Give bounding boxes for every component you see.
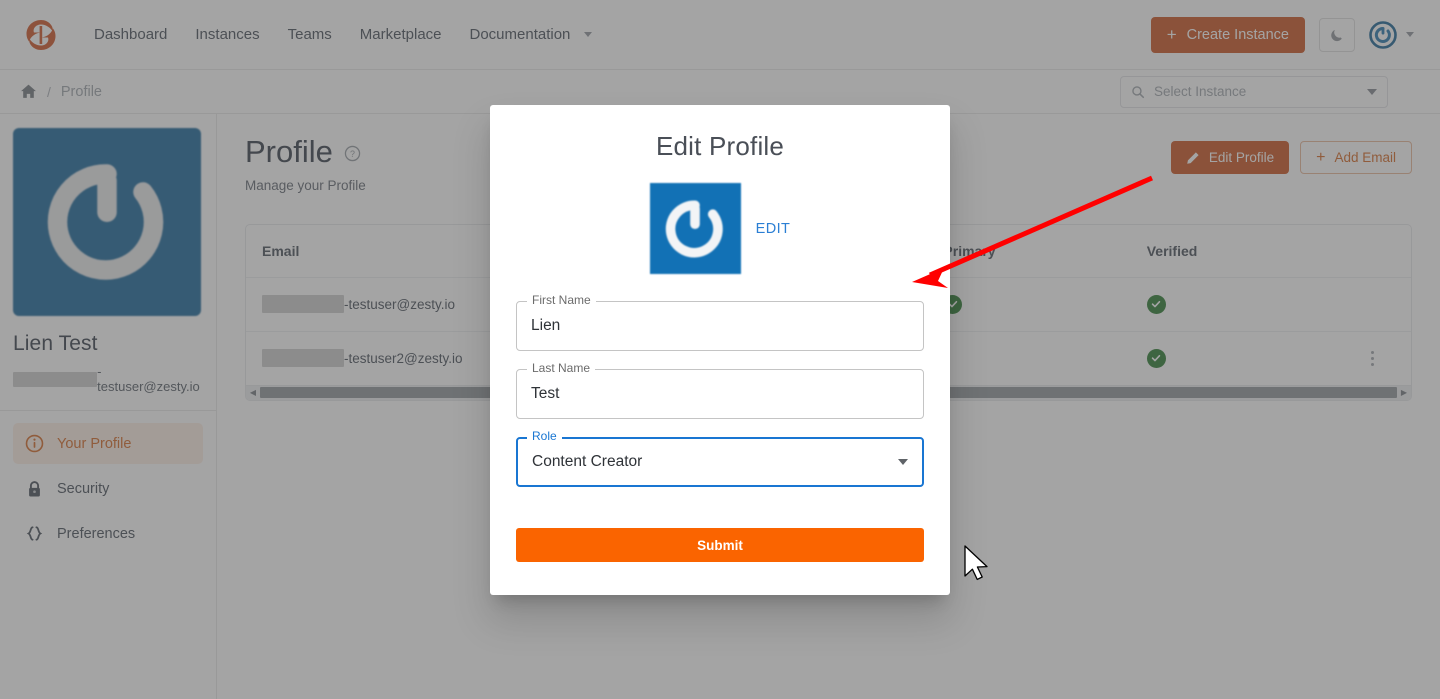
nav-links: Dashboard Instances Teams Marketplace Do… (80, 18, 606, 51)
column-header-actions (1334, 224, 1411, 278)
edit-profile-label: Edit Profile (1208, 150, 1275, 165)
last-name-field: Last Name Test (516, 361, 924, 419)
sidebar-divider (0, 410, 216, 411)
nav-link-label: Teams (287, 26, 332, 43)
edit-profile-modal: Edit Profile EDIT First Name Lien Last N… (490, 105, 950, 595)
sidebar-item-label: Security (57, 480, 110, 497)
moon-icon (1330, 29, 1342, 42)
scroll-right-arrow-icon[interactable]: ▶ (1397, 388, 1411, 397)
redacted-email-block (262, 349, 344, 368)
page-actions: Edit Profile + Add Email (1170, 141, 1412, 174)
first-name-input[interactable]: Lien (516, 301, 924, 351)
check-green-icon (1146, 294, 1166, 314)
add-email-button[interactable]: + Add Email (1300, 141, 1412, 174)
first-name-field: First Name Lien (516, 293, 924, 351)
dropdown-caret-icon (898, 459, 908, 465)
breadcrumb-separator: / (47, 83, 51, 100)
role-select[interactable]: Content Creator (516, 437, 924, 487)
create-instance-label: Create Instance (1186, 26, 1289, 43)
email-suffix: -testuser@zesty.io (344, 296, 455, 312)
last-name-input[interactable]: Test (516, 369, 924, 419)
home-icon[interactable] (20, 83, 37, 100)
column-header-primary: Primary (927, 224, 1131, 278)
email-suffix: -testuser2@zesty.io (344, 350, 463, 366)
nav-link-dashboard[interactable]: Dashboard (80, 18, 181, 51)
redacted-email-block (13, 371, 98, 387)
submit-button[interactable]: Submit (516, 528, 924, 562)
pencil-icon (1187, 151, 1199, 164)
cell-verified (1131, 331, 1334, 385)
page-subtitle: Manage your Profile (245, 177, 366, 193)
cell-verified (1130, 277, 1335, 332)
top-navbar: Dashboard Instances Teams Marketplace Do… (0, 0, 1440, 70)
plus-icon: + (1166, 25, 1177, 44)
role-value: Content Creator (532, 453, 643, 470)
create-instance-button[interactable]: + Create Instance (1150, 16, 1305, 53)
last-name-value: Test (531, 385, 560, 402)
modal-title: Edit Profile (655, 131, 785, 161)
modal-avatar (649, 183, 741, 274)
instance-select-input[interactable]: Select Instance (1120, 75, 1388, 108)
kebab-menu-icon[interactable] (1350, 350, 1395, 366)
first-name-value: Lien (531, 317, 561, 334)
theme-toggle-button[interactable] (1319, 17, 1355, 52)
nav-link-instances[interactable]: Instances (181, 18, 273, 51)
profile-sidebar: Lien Test -testuser@zesty.io Your Profil… (0, 114, 217, 699)
page-root: Dashboard Instances Teams Marketplace Do… (0, 0, 1440, 699)
sidebar-user-name: Lien Test (13, 332, 98, 355)
column-header-verified: Verified (1130, 224, 1335, 278)
redacted-email-block (262, 295, 344, 314)
sidebar-item-label: Preferences (57, 525, 136, 542)
nav-link-label: Documentation (469, 26, 571, 43)
check-green-icon (1146, 348, 1166, 368)
page-title: Profile (245, 134, 333, 169)
edit-avatar-link[interactable]: EDIT (756, 221, 791, 237)
chevron-down-icon (1367, 88, 1377, 95)
nav-link-marketplace[interactable]: Marketplace (346, 18, 456, 51)
nav-link-label: Dashboard (94, 26, 168, 43)
sidebar-item-your-profile[interactable]: Your Profile (13, 423, 203, 464)
sidebar-item-preferences[interactable]: Preferences (13, 513, 203, 554)
nav-link-documentation[interactable]: Documentation (456, 18, 607, 51)
power-logo-avatar-icon (1369, 20, 1397, 49)
info-circle-icon (25, 434, 44, 453)
sidebar-item-security[interactable]: Security (13, 468, 203, 509)
nav-link-teams[interactable]: Teams (274, 18, 346, 51)
chevron-down-icon (584, 32, 593, 37)
modal-avatar-row: EDIT (516, 183, 924, 274)
cell-actions (1334, 331, 1411, 385)
question-circle-icon[interactable]: ? (344, 145, 361, 167)
braces-icon (25, 524, 44, 543)
search-icon (1132, 85, 1145, 98)
sidebar-item-label: Your Profile (57, 435, 132, 452)
breadcrumb-current: Profile (60, 83, 102, 100)
edit-profile-button[interactable]: Edit Profile (1170, 141, 1290, 174)
cell-primary (927, 331, 1130, 385)
nav-link-label: Instances (195, 26, 260, 43)
scroll-left-arrow-icon[interactable]: ◀ (246, 388, 260, 397)
chevron-down-icon (1406, 32, 1414, 37)
cell-actions (1334, 277, 1411, 332)
lock-icon (25, 479, 44, 498)
navbar-right-actions: + Create Instance (1150, 16, 1424, 53)
zesty-z-logo-icon[interactable] (24, 18, 58, 52)
role-field: Role Content Creator (516, 429, 924, 487)
plus-icon: + (1316, 148, 1326, 166)
nav-link-label: Marketplace (359, 26, 442, 43)
power-logo-large-icon (47, 164, 164, 280)
user-menu[interactable] (1369, 20, 1414, 49)
add-email-label: Add Email (1334, 150, 1396, 165)
sidebar-user-email-suffix: -testuser@zesty.io (97, 364, 200, 394)
power-logo-modal-icon (666, 200, 723, 257)
svg-text:?: ? (350, 149, 355, 159)
sidebar-user-email: -testuser@zesty.io (13, 364, 203, 394)
instance-select-placeholder: Select Instance (1154, 84, 1247, 99)
sidebar-avatar (13, 128, 201, 316)
cell-primary (927, 277, 1131, 332)
